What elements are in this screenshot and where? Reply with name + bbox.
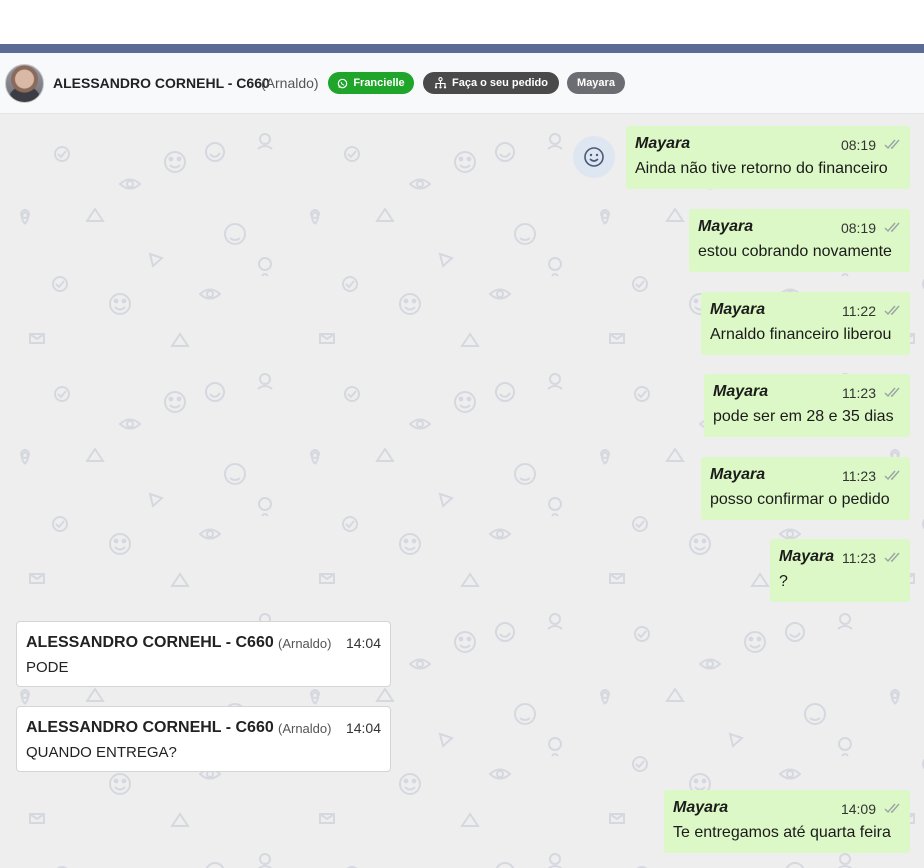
accent-strip bbox=[0, 44, 924, 53]
message-time: 14:09 bbox=[840, 801, 876, 817]
message-outgoing[interactable]: Mayara 11:23 posso confirmar o pedido bbox=[701, 457, 910, 520]
message-sender: Mayara bbox=[713, 383, 769, 400]
message-time: 08:19 bbox=[840, 220, 876, 236]
message-sender: Mayara bbox=[710, 301, 766, 318]
message-outgoing[interactable]: Mayara 08:19 estou cobrando novamente bbox=[689, 209, 910, 272]
message-text: posso confirmar o pedido bbox=[710, 491, 890, 508]
message-time: 11:23 bbox=[842, 468, 876, 484]
message-sender: Mayara bbox=[635, 135, 691, 152]
message-text: QUANDO ENTREGA? bbox=[26, 744, 177, 761]
tag-faca-o-seu-pedido[interactable]: Faça o seu pedido bbox=[423, 72, 559, 94]
double-check-icon bbox=[884, 305, 900, 316]
chat-header: ALESSANDRO CORNEHL - C660 (Arnaldo) Fran… bbox=[0, 53, 924, 114]
contact-avatar[interactable] bbox=[5, 64, 44, 103]
flow-icon bbox=[434, 77, 447, 89]
whatsapp-icon bbox=[338, 78, 348, 88]
contact-name[interactable]: ALESSANDRO CORNEHL - C660 bbox=[53, 75, 270, 91]
contact-alias: (Arnaldo) bbox=[261, 75, 319, 91]
message-incoming[interactable]: ALESSANDRO CORNEHL - C660 (Arnaldo) 14:0… bbox=[16, 706, 391, 772]
message-time: 14:04 bbox=[345, 720, 381, 736]
message-sender: ALESSANDRO CORNEHL - C660 bbox=[26, 634, 274, 651]
tag-mayara[interactable]: Mayara bbox=[567, 72, 625, 94]
message-outgoing[interactable]: Mayara 14:09 Te entregamos até quarta fe… bbox=[664, 790, 910, 853]
message-text: PODE bbox=[26, 659, 69, 676]
message-sender: Mayara bbox=[779, 548, 835, 565]
message-time: 14:04 bbox=[345, 635, 381, 651]
smiley-icon bbox=[584, 147, 604, 167]
message-sender: Mayara bbox=[710, 466, 766, 483]
message-incoming[interactable]: ALESSANDRO CORNEHL - C660 (Arnaldo) 14:0… bbox=[16, 621, 391, 687]
double-check-icon bbox=[884, 803, 900, 814]
message-outgoing[interactable]: Mayara 08:19 Ainda não tive retorno do f… bbox=[626, 126, 910, 189]
message-text: ? bbox=[779, 573, 788, 590]
double-check-icon bbox=[884, 387, 900, 398]
message-sender: Mayara bbox=[673, 799, 729, 816]
message-sender: Mayara bbox=[698, 218, 754, 235]
tag-label: Francielle bbox=[353, 77, 405, 89]
tag-francielle[interactable]: Francielle bbox=[328, 72, 414, 94]
message-sender: ALESSANDRO CORNEHL - C660 bbox=[26, 719, 274, 736]
top-blank-area bbox=[0, 0, 924, 44]
double-check-icon bbox=[884, 222, 900, 233]
message-outgoing[interactable]: Mayara 11:23 ? bbox=[770, 539, 910, 602]
message-time: 11:22 bbox=[842, 303, 876, 319]
double-check-icon bbox=[884, 552, 900, 563]
emoji-reaction-button[interactable] bbox=[573, 136, 615, 178]
message-text: estou cobrando novamente bbox=[698, 243, 892, 260]
message-time: 08:19 bbox=[840, 137, 876, 153]
message-outgoing[interactable]: Mayara 11:23 pode ser em 28 e 35 dias bbox=[704, 374, 910, 437]
message-sender-alias: (Arnaldo) bbox=[278, 636, 332, 651]
message-text: Ainda não tive retorno do financeiro bbox=[635, 160, 888, 177]
double-check-icon bbox=[884, 470, 900, 481]
message-text: Arnaldo financeiro liberou bbox=[710, 326, 892, 343]
chat-area[interactable]: Mayara 08:19 Ainda não tive retorno do f… bbox=[0, 114, 924, 868]
tag-label: Mayara bbox=[577, 77, 615, 89]
message-outgoing[interactable]: Mayara 11:22 Arnaldo financeiro liberou bbox=[701, 292, 910, 355]
message-sender-alias: (Arnaldo) bbox=[278, 721, 332, 736]
message-time: 11:23 bbox=[842, 385, 876, 401]
message-text: pode ser em 28 e 35 dias bbox=[713, 408, 894, 425]
message-text: Te entregamos até quarta feira bbox=[673, 824, 891, 841]
tag-label: Faça o seu pedido bbox=[452, 77, 548, 89]
double-check-icon bbox=[884, 139, 900, 150]
message-time: 11:23 bbox=[842, 550, 876, 566]
